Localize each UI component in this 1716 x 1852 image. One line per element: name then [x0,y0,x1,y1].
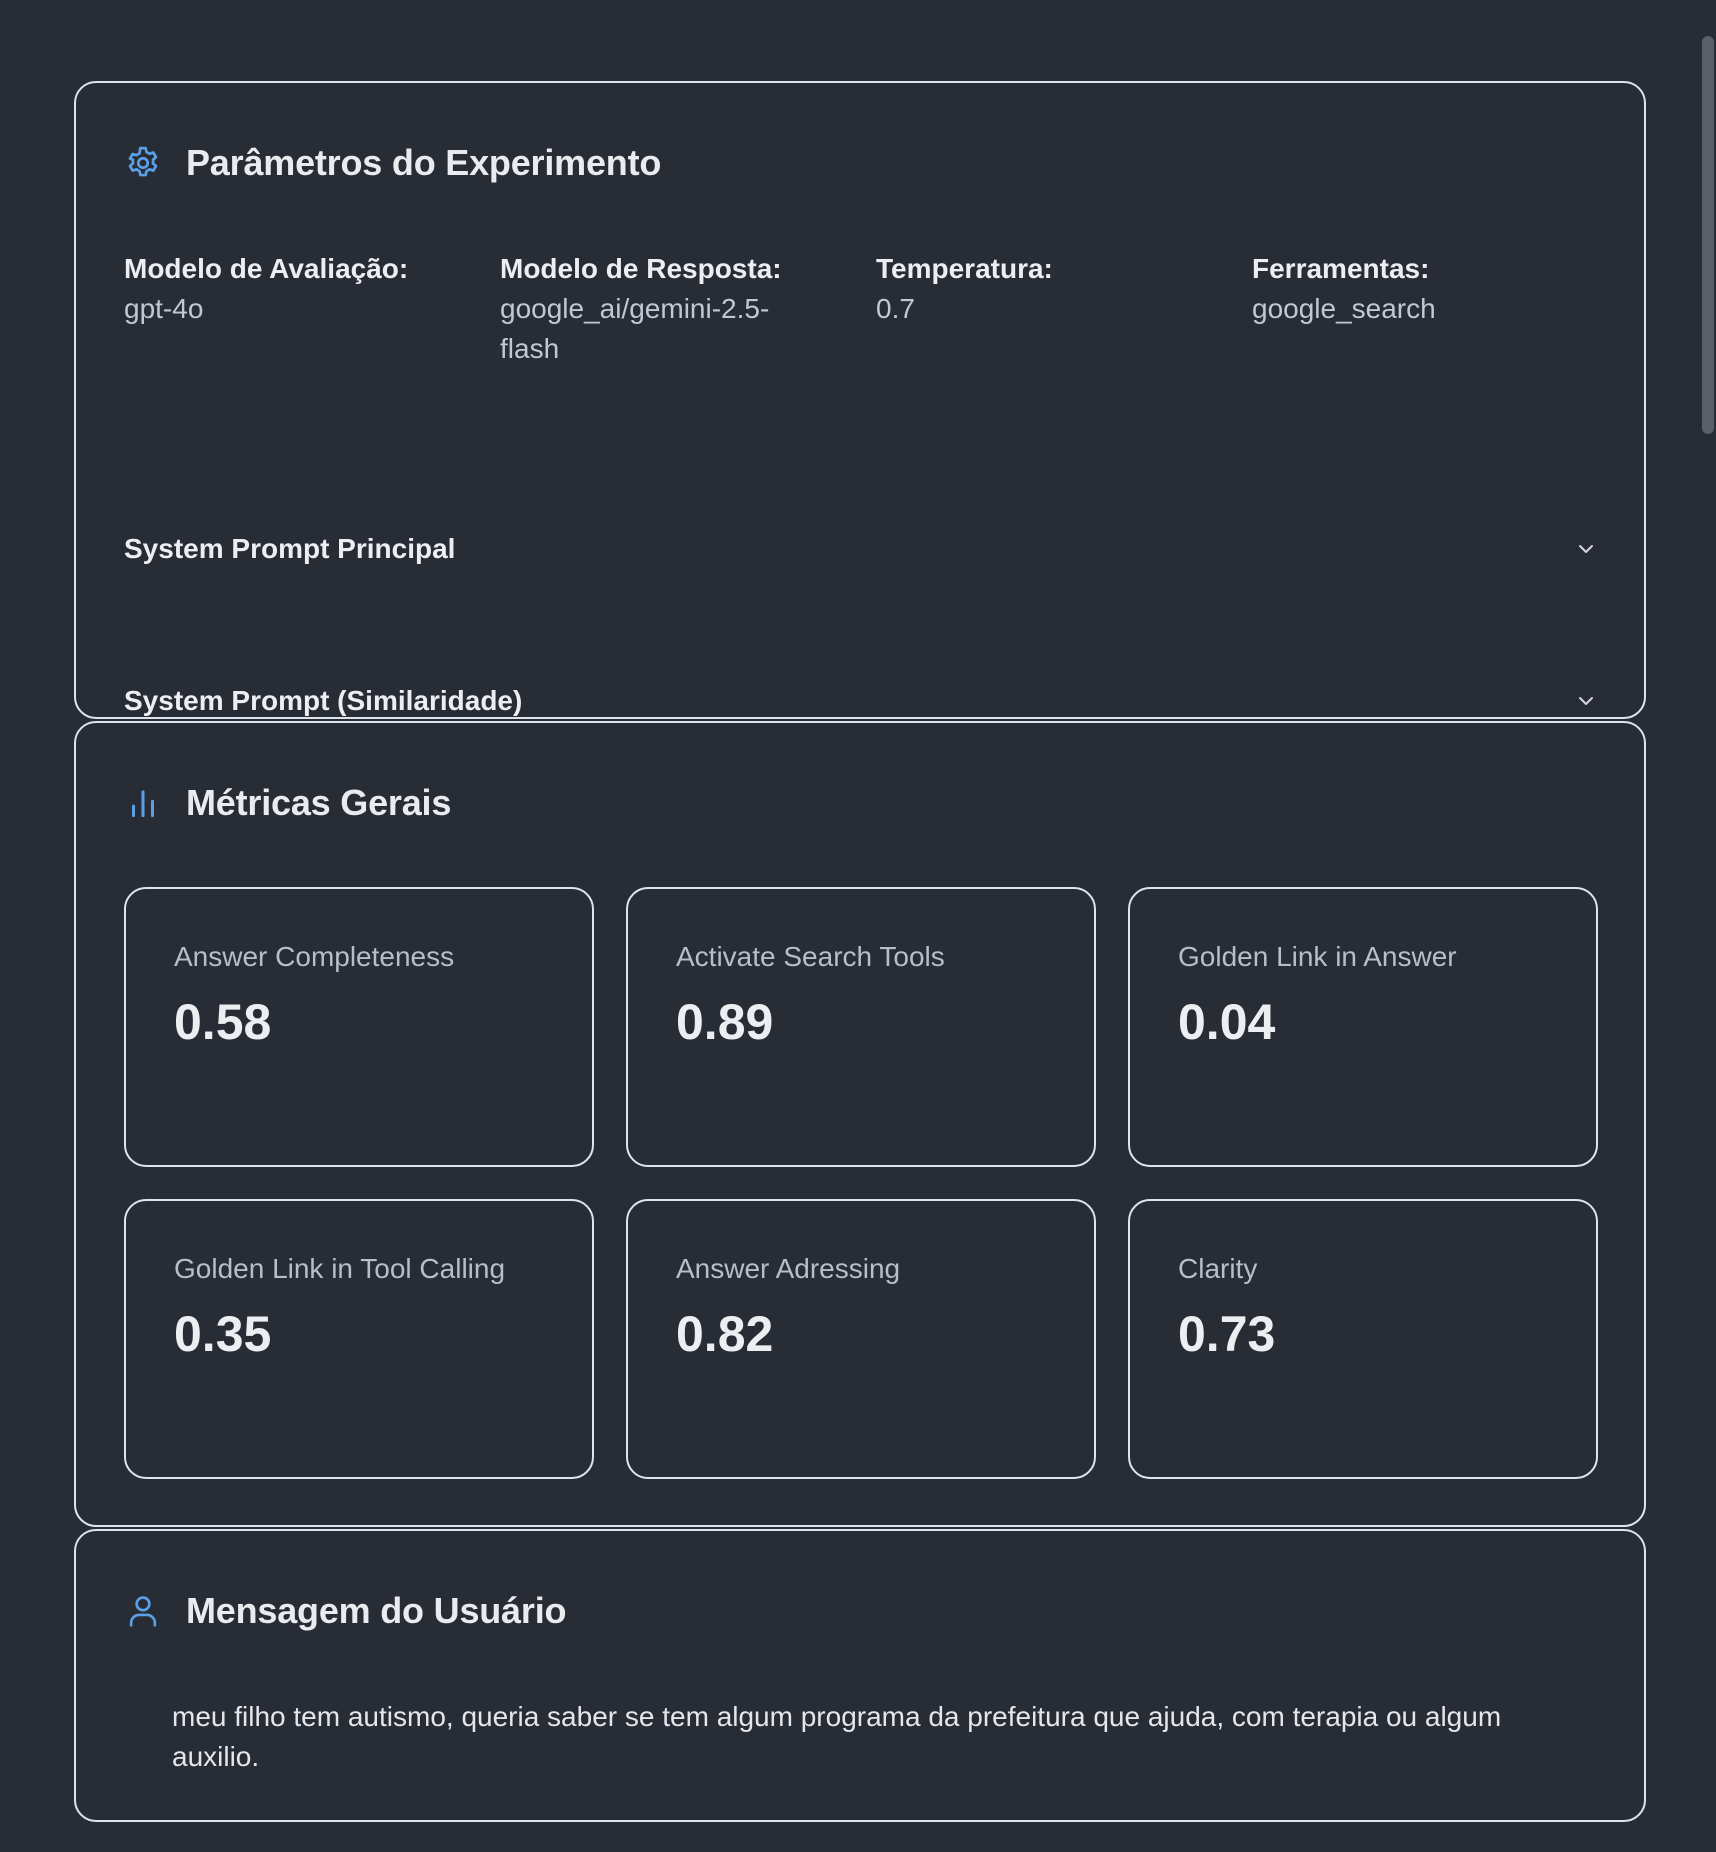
metric-label: Golden Link in Tool Calling [174,1253,506,1284]
metric-label: Activate Search Tools [676,941,945,972]
page: Parâmetros do Experimento Modelo de Aval… [0,0,1716,1852]
metric-value: 0.58 [174,994,272,1050]
system-prompt-main-toggle[interactable]: System Prompt Principal [124,517,1600,581]
metric-label: Answer Adressing [676,1253,901,1284]
user-icon [124,1592,162,1630]
metric-value: 0.73 [1178,1306,1276,1362]
vertical-scrollbar[interactable] [1700,34,1716,1852]
param-label: Ferramentas: [1252,253,1430,284]
metric-value: 0.89 [676,994,774,1050]
metric-card: Clarity 0.73 [1128,1199,1598,1479]
metrics-card-title: Métricas Gerais [186,782,452,823]
experiment-params-card: Parâmetros do Experimento Modelo de Aval… [74,81,1646,719]
metric-value: 0.35 [174,1306,272,1362]
metric-card: Answer Completeness 0.58 [124,887,594,1167]
general-metrics-card: Métricas Gerais Answer Completeness 0.58… [74,721,1646,1527]
system-prompt-similarity-label: System Prompt (Similaridade) [124,685,523,716]
message-card-title: Mensagem do Usuário [186,1590,567,1631]
chevron-down-icon [1572,687,1600,715]
param-eval-model: Modelo de Avaliação: gpt-4o [124,249,454,329]
param-tools: Ferramentas: google_search [1252,249,1582,329]
user-message-text: meu filho tem autismo, queria saber se t… [172,1701,1502,1772]
param-value: google_search [1252,293,1436,324]
metric-label: Golden Link in Answer [1178,941,1457,972]
metric-card: Golden Link in Tool Calling 0.35 [124,1199,594,1479]
params-card-title: Parâmetros do Experimento [186,142,662,183]
param-label: Temperatura: [876,253,1053,284]
message-card-header: Mensagem do Usuário [124,1587,566,1635]
params-grid: Modelo de Avaliação: gpt-4o Modelo de Re… [124,249,1600,399]
system-prompt-main-label: System Prompt Principal [124,533,456,564]
bar-chart-icon [124,784,162,822]
param-label: Modelo de Resposta: [500,253,782,284]
metrics-card-header: Métricas Gerais [124,779,451,827]
param-value: gpt-4o [124,293,204,324]
param-value: 0.7 [876,293,915,324]
scrollbar-thumb[interactable] [1702,36,1714,434]
metric-value: 0.82 [676,1306,774,1362]
metric-value: 0.04 [1178,994,1276,1050]
param-temperature: Temperatura: 0.7 [876,249,1206,329]
params-card-header: Parâmetros do Experimento [124,139,661,187]
param-label: Modelo de Avaliação: [124,253,409,284]
param-response-model: Modelo de Resposta: google_ai/gemini-2.5… [500,249,820,369]
chevron-down-icon [1572,535,1600,563]
metric-card: Golden Link in Answer 0.04 [1128,887,1598,1167]
metric-card: Activate Search Tools 0.89 [626,887,1096,1167]
metric-card: Answer Adressing 0.82 [626,1199,1096,1479]
metric-label: Answer Completeness [174,941,455,972]
user-message-card: Mensagem do Usuário meu filho tem autism… [74,1529,1646,1822]
param-value: google_ai/gemini-2.5-flash [500,293,770,364]
metric-label: Clarity [1178,1253,1258,1284]
gear-icon [124,144,162,182]
